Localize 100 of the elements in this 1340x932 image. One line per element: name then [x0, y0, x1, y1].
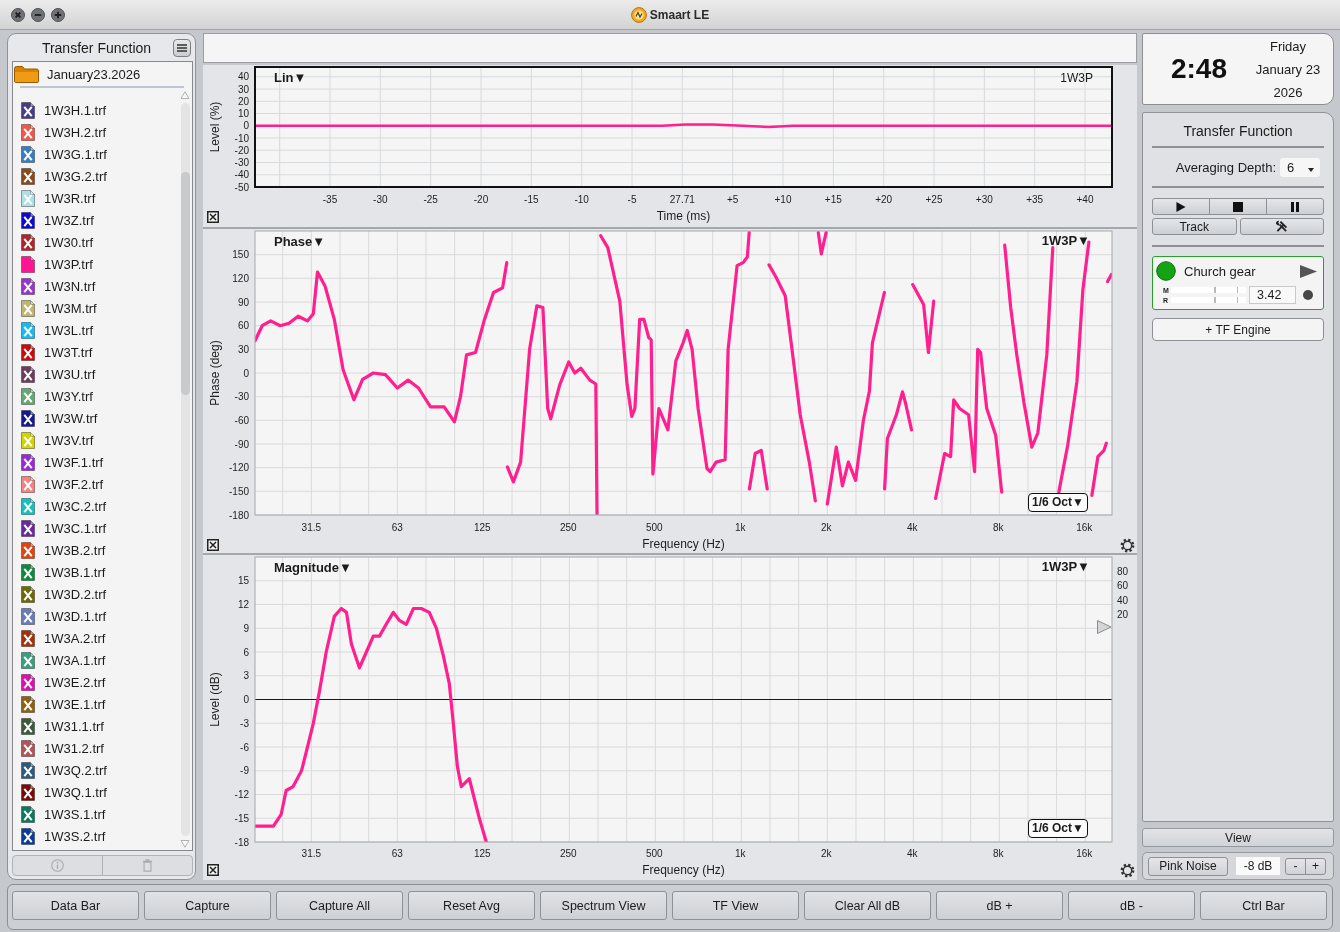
menu-button[interactable] — [173, 38, 191, 57]
close-box-icon[interactable] — [207, 211, 219, 223]
file-item[interactable]: 1W3T.trf — [13, 341, 180, 363]
settings-icon[interactable] — [1120, 863, 1135, 878]
file-item[interactable]: 1W3G.2.trf — [13, 165, 180, 187]
file-item[interactable]: 1W3R.trf — [13, 187, 180, 209]
view-mode-dropdown[interactable]: Lin▼ — [274, 69, 307, 86]
close-box-icon[interactable] — [207, 539, 219, 551]
decrease-button[interactable]: - — [1285, 857, 1306, 875]
command-button[interactable]: TF View — [672, 891, 799, 920]
scrollbar-track[interactable] — [180, 103, 190, 836]
file-item[interactable]: 1W3N.trf — [13, 275, 180, 297]
view-button[interactable]: View — [1142, 828, 1334, 847]
x-tick-label: 1k — [735, 847, 746, 859]
noise-generator-button[interactable]: Pink Noise — [1148, 856, 1228, 876]
pause-button[interactable] — [1266, 198, 1324, 215]
y-tick-label: -9 — [240, 765, 249, 777]
y-tick-label: -90 — [234, 438, 249, 450]
play-icon[interactable] — [1300, 264, 1317, 278]
y-axis-title: Level (dB) — [208, 672, 222, 727]
window-zoom-button[interactable] — [51, 7, 65, 22]
file-item[interactable]: 1W3D.2.trf — [13, 583, 180, 605]
command-button[interactable]: Ctrl Bar — [1200, 891, 1327, 920]
averaging-depth-select[interactable]: 6 — [1280, 158, 1320, 177]
file-item[interactable]: 1W3E.1.trf — [13, 693, 180, 715]
file-item[interactable]: 1W3S.2.trf — [13, 825, 180, 847]
close-box-icon[interactable] — [207, 864, 219, 876]
command-button[interactable]: Data Bar — [12, 891, 139, 920]
view-mode-dropdown[interactable]: Magnitude▼ — [274, 559, 352, 576]
x-tick-label: 500 — [646, 847, 663, 859]
increase-button[interactable]: + — [1305, 857, 1326, 875]
file-item[interactable]: 1W3B.1.trf — [13, 561, 180, 583]
x-tick-label: -35 — [322, 193, 338, 205]
file-item[interactable]: 1W3A.2.trf — [13, 627, 180, 649]
y-tick-label: -18 — [234, 836, 249, 848]
file-item[interactable]: 1W3Q.1.trf — [13, 781, 180, 803]
file-item[interactable]: 1W31.1.trf — [13, 715, 180, 737]
command-button[interactable]: Capture — [144, 891, 271, 920]
file-item[interactable]: 1W3B.2.trf — [13, 539, 180, 561]
play-icon — [1176, 201, 1186, 212]
x-tick-label: 63 — [391, 847, 403, 859]
file-item[interactable]: 1W3L.trf — [13, 319, 180, 341]
file-item[interactable]: 1W3A.1.trf — [13, 649, 180, 671]
clock-day: Friday — [1269, 34, 1307, 58]
file-item[interactable]: 1W3P.trf — [13, 253, 180, 275]
file-item[interactable]: 1W3M.trf — [13, 297, 180, 319]
triangle-marker-icon[interactable] — [1097, 620, 1112, 634]
folder-icon — [14, 65, 39, 83]
x-tick-label: 8k — [993, 847, 1004, 859]
x-tick-label: 1k — [735, 521, 746, 533]
command-button[interactable]: dB + — [936, 891, 1063, 920]
trace-selector[interactable]: 1W3P▼ — [1041, 233, 1090, 249]
add-engine-button[interactable]: + TF Engine — [1152, 318, 1324, 341]
y-tick-label: -10 — [234, 132, 249, 144]
file-item[interactable]: 1W3U.trf — [13, 363, 180, 385]
smoothing-dropdown[interactable]: 1/6 Oct▼ — [1028, 493, 1088, 512]
file-item[interactable]: 1W3C.1.trf — [13, 517, 180, 539]
clock-year: 2026 — [1273, 83, 1303, 102]
command-button[interactable]: Reset Avg — [408, 891, 535, 920]
file-item[interactable]: 1W30.trf — [13, 231, 180, 253]
trace-selector[interactable]: 1W3P▼ — [1041, 559, 1090, 575]
command-button[interactable]: Capture All — [276, 891, 403, 920]
file-item[interactable]: 1W3D.1.trf — [13, 605, 180, 627]
command-button[interactable]: Clear All dB — [804, 891, 931, 920]
file-item[interactable]: 1W3H.1.trf — [13, 99, 180, 121]
file-item[interactable]: 1W3V.trf — [13, 429, 180, 451]
delay-field[interactable]: 3.42 — [1249, 286, 1296, 304]
track-button[interactable]: Track — [1152, 218, 1237, 235]
x-tick-label: 8k — [993, 521, 1004, 533]
zoom-icon — [51, 7, 65, 22]
generator-level-field[interactable]: -8 dB — [1236, 857, 1280, 875]
play-button[interactable] — [1152, 198, 1210, 215]
smoothing-dropdown[interactable]: 1/6 Oct▼ — [1028, 819, 1088, 838]
x-tick-label: -25 — [423, 193, 438, 205]
dot-icon[interactable] — [1303, 290, 1313, 300]
folder-item[interactable]: January23.2026 — [13, 62, 192, 86]
stop-button[interactable] — [1209, 198, 1267, 215]
file-item[interactable]: 1W3Y.trf — [13, 385, 180, 407]
file-item[interactable]: 1W3S.1.trf — [13, 803, 180, 825]
file-item[interactable]: 1W31.2.trf — [13, 737, 180, 759]
file-item[interactable]: 1W3F.2.trf — [13, 473, 180, 495]
x-tick-label: +20 — [875, 193, 893, 205]
window-minimize-button[interactable] — [31, 7, 45, 22]
tools-button[interactable] — [1239, 218, 1324, 235]
x-tick-label: 16k — [1076, 847, 1093, 859]
trace-selector[interactable]: 1W3P — [1060, 70, 1093, 86]
file-item[interactable]: 1W3C.2.trf — [13, 495, 180, 517]
command-button[interactable]: dB - — [1068, 891, 1195, 920]
file-item[interactable]: 1W3W.trf — [13, 407, 180, 429]
scrollbar-thumb[interactable] — [180, 172, 190, 395]
file-item[interactable]: 1W3F.1.trf — [13, 451, 180, 473]
file-item[interactable]: 1W3Z.trf — [13, 209, 180, 231]
file-item[interactable]: 1W3Q.2.trf — [13, 759, 180, 781]
file-item[interactable]: 1W3G.1.trf — [13, 143, 180, 165]
settings-icon[interactable] — [1120, 538, 1135, 553]
file-item[interactable]: 1W3H.2.trf — [13, 121, 180, 143]
file-item[interactable]: 1W3E.2.trf — [13, 671, 180, 693]
command-button[interactable]: Spectrum View — [540, 891, 667, 920]
window-close-button[interactable] — [11, 7, 25, 22]
view-mode-dropdown[interactable]: Phase▼ — [274, 233, 326, 250]
